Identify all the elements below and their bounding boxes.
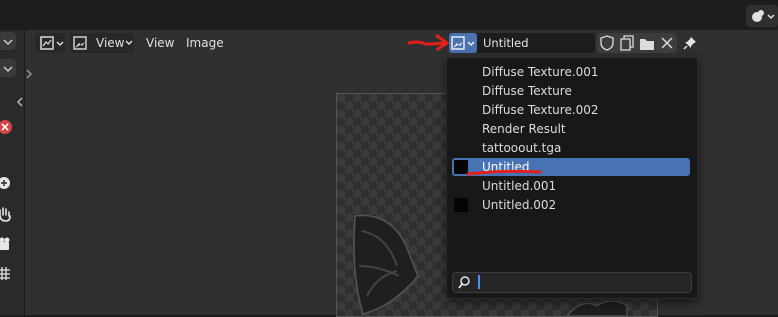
- chevron-down-icon: [3, 66, 13, 73]
- search-icon: [458, 276, 470, 289]
- list-item[interactable]: Diffuse Texture.002: [452, 101, 690, 119]
- hand-icon: [0, 207, 11, 222]
- close-icon: [661, 37, 673, 49]
- pan-button[interactable]: [0, 206, 14, 222]
- unlink-image-button[interactable]: [657, 33, 677, 53]
- browse-image-button[interactable]: [449, 33, 477, 53]
- list-item-label: tattooout.tga: [482, 141, 562, 155]
- list-item-label: Untitled.001: [482, 179, 557, 193]
- chevron-left-icon: [16, 97, 23, 107]
- list-item-label: Diffuse Texture.002: [482, 103, 599, 117]
- list-item[interactable]: Untitled.001: [452, 177, 690, 195]
- menu-view[interactable]: View: [142, 33, 178, 53]
- image-name-field[interactable]: Untitled: [477, 33, 595, 53]
- list-item[interactable]: Untitled.002: [452, 196, 690, 214]
- camera-icon: [0, 237, 10, 250]
- camera-button[interactable]: [0, 236, 14, 252]
- pin-icon: [683, 37, 696, 50]
- chevron-down-icon: [125, 40, 133, 45]
- annotation-underline: [466, 169, 542, 176]
- pin-button[interactable]: [682, 35, 698, 51]
- duplicate-icon: [620, 35, 634, 51]
- list-item-label: Untitled.002: [482, 198, 557, 212]
- left-dropdown-button-2[interactable]: [0, 59, 16, 77]
- texture-preview: [353, 214, 419, 315]
- shield-icon: [600, 35, 614, 51]
- left-dropdown-button[interactable]: [0, 32, 16, 50]
- image-thumbnail: [454, 198, 468, 212]
- folder-icon: [640, 39, 654, 50]
- overlay-icon: [752, 10, 775, 22]
- chevron-right-icon: [26, 69, 32, 79]
- cancel-button[interactable]: [0, 119, 15, 135]
- view-mode-dropdown[interactable]: View: [70, 33, 134, 53]
- view-mode-label: View: [96, 36, 125, 50]
- zoom-button[interactable]: [0, 175, 14, 191]
- editor-type-button[interactable]: [35, 33, 65, 53]
- annotation-arrow: [407, 34, 449, 51]
- list-item[interactable]: Diffuse Texture.001: [452, 63, 690, 81]
- list-item-label: Diffuse Texture: [482, 84, 572, 98]
- list-item[interactable]: Diffuse Texture: [452, 82, 690, 100]
- list-item[interactable]: Render Result: [452, 120, 690, 138]
- editor-type-icon: [40, 36, 64, 50]
- image-icon: [73, 36, 87, 50]
- list-item-label: Render Result: [482, 122, 566, 136]
- grid-icon: [0, 267, 10, 280]
- text-cursor: [478, 275, 480, 289]
- list-item[interactable]: tattooout.tga: [452, 139, 690, 157]
- grid-button[interactable]: [0, 266, 14, 282]
- cancel-icon: [0, 120, 12, 134]
- open-image-button[interactable]: [637, 33, 657, 53]
- sidebar-toggle[interactable]: [25, 64, 33, 84]
- search-input[interactable]: [452, 272, 692, 293]
- overlay-toggle-button[interactable]: [746, 5, 778, 27]
- menu-image[interactable]: Image: [182, 33, 228, 53]
- collapse-arrow[interactable]: [15, 95, 25, 109]
- new-image-button[interactable]: [617, 33, 637, 53]
- top-bar: [0, 0, 778, 31]
- fake-user-button[interactable]: [597, 33, 617, 53]
- list-item-label: Diffuse Texture.001: [482, 65, 599, 79]
- image-icon: [451, 36, 475, 50]
- zoom-icon: [0, 177, 10, 189]
- chevron-down-icon: [3, 39, 13, 46]
